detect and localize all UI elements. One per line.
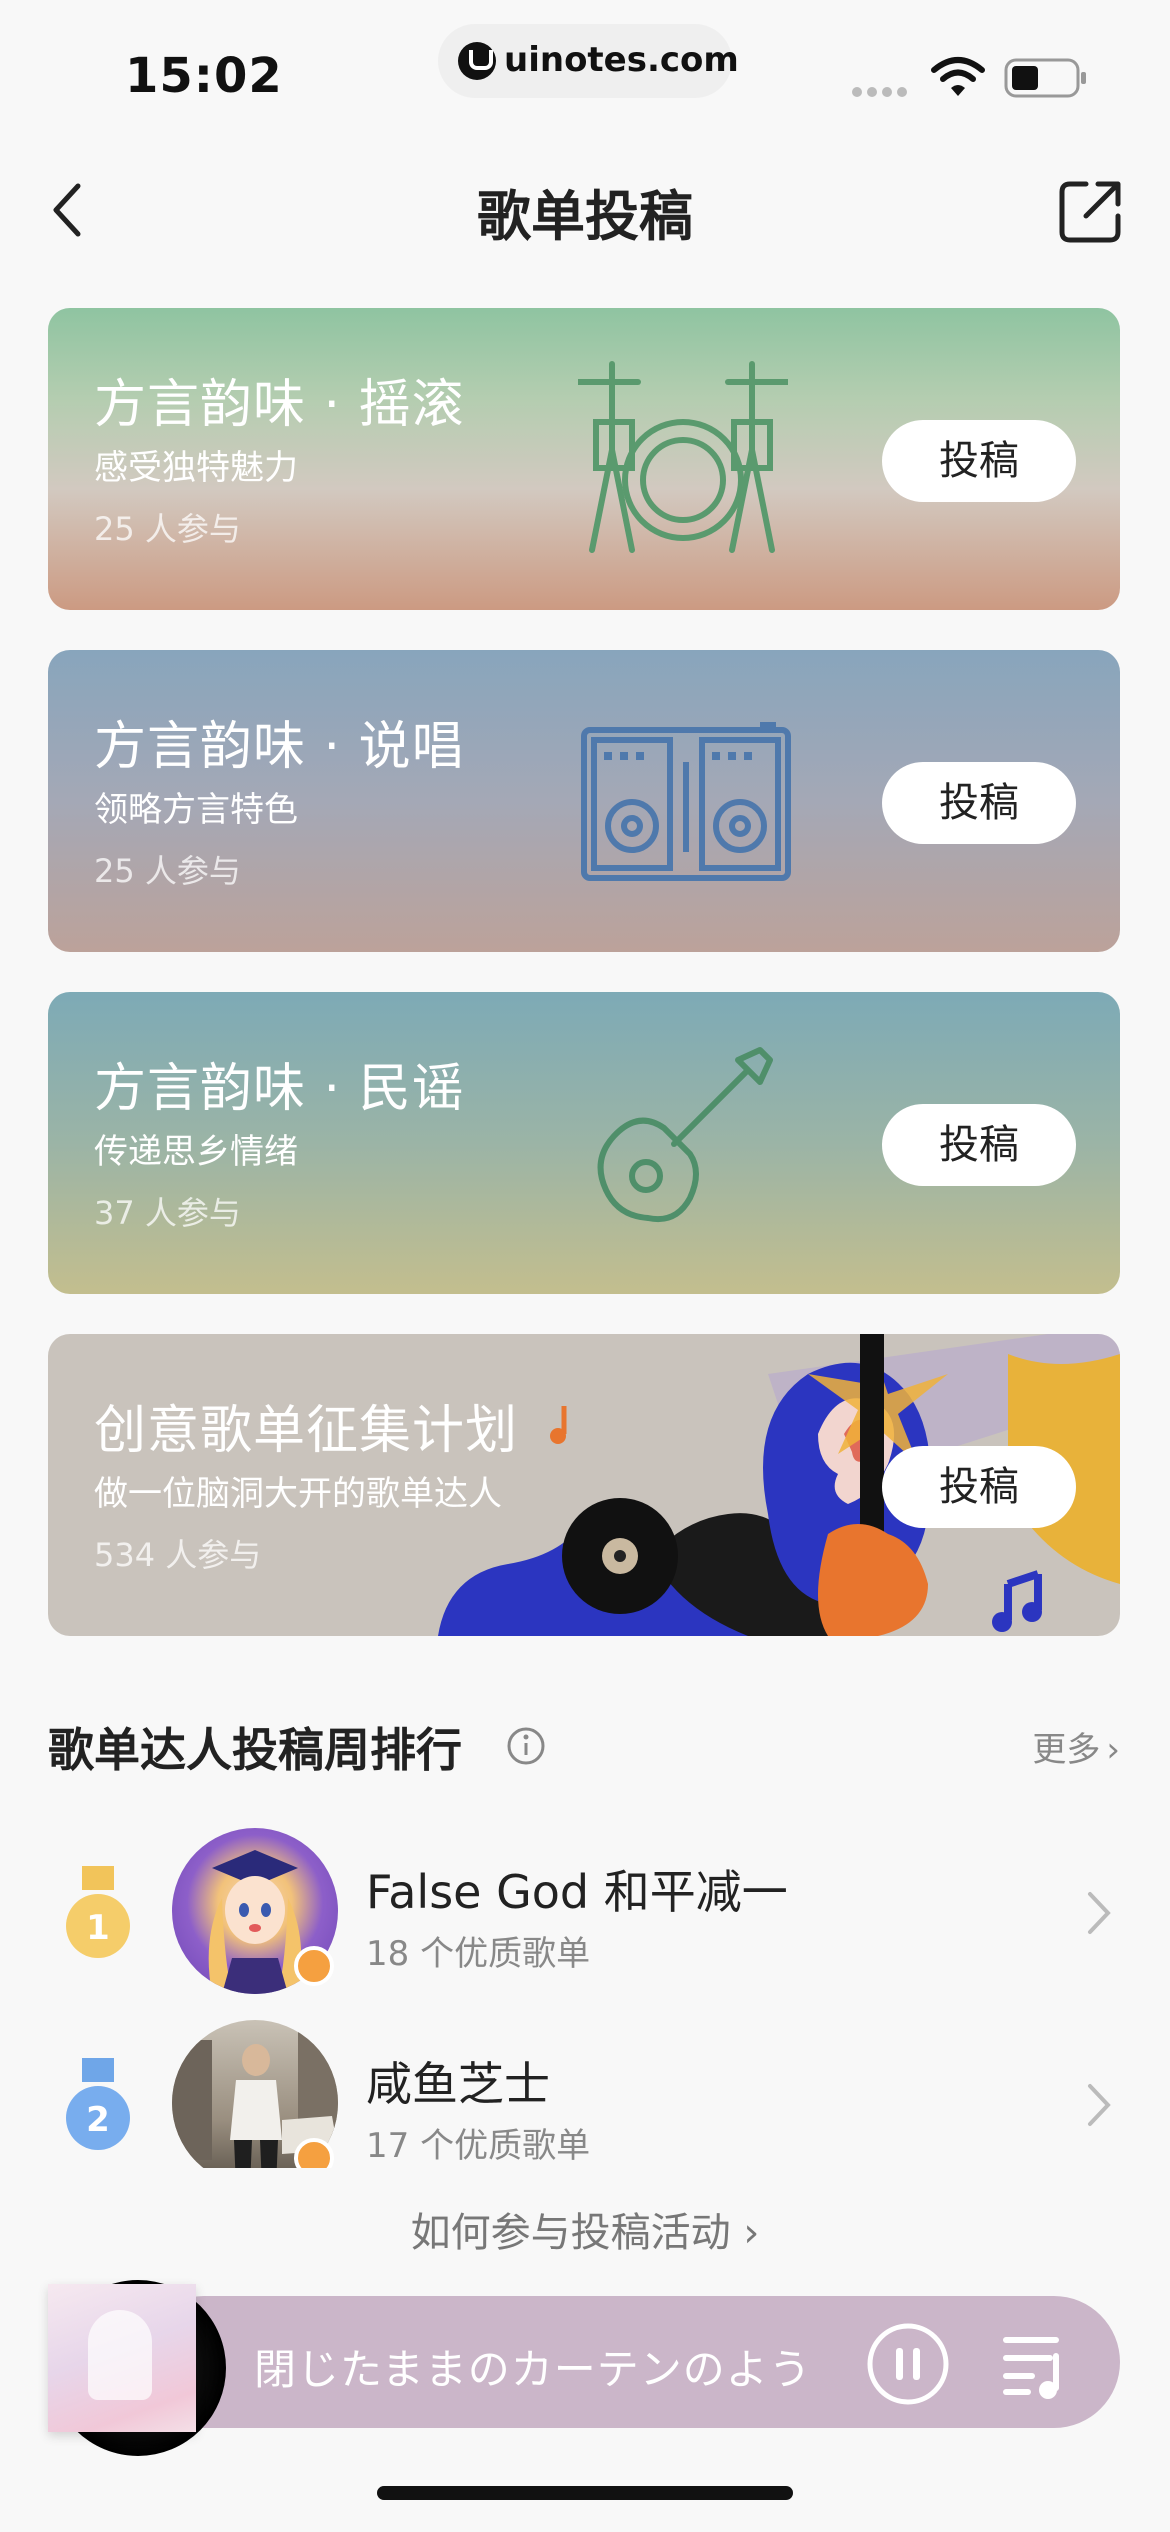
card-subtitle: 做一位脑洞大开的歌单达人 [94,1474,502,1514]
drum-kit-icon [578,361,788,553]
page-title: 歌单投稿 [477,185,693,248]
rank-count: 17 个优质歌单 [366,2126,591,2166]
card-subtitle: 感受独特魅力 [94,448,298,488]
chevron-right-icon [1088,1892,1111,1934]
card-participants: 534 人参与 [94,1536,262,1574]
card-subtitle: 领略方言特色 [94,790,298,830]
info-icon[interactable] [506,1726,546,1766]
cellular-signal-icon [852,82,912,97]
now-playing-title[interactable]: 閉じたままのカーテンのよう [254,2336,834,2397]
chevron-right-icon [1088,2084,1111,2126]
topic-card-creative[interactable]: 创意歌单征集计划 做一位脑洞大开的歌单达人 534 人参与 投稿 [48,1334,1120,1636]
how-to-participate-link[interactable]: 如何参与投稿活动 › [0,2200,1170,2258]
card-subtitle: 传递思乡情绪 [94,1132,298,1172]
site-logo-icon [458,42,496,80]
star-badge-icon [294,1946,334,1986]
more-link[interactable]: 更多 › [1032,1722,1120,1771]
chevron-right-icon: › [743,2210,760,2256]
submit-button[interactable]: 投稿 [882,762,1076,844]
topic-card-rock[interactable]: 方言韵味 · 摇滚 感受独特魅力 25 人参与 投稿 [48,308,1120,610]
rank-count: 18 个优质歌单 [366,1934,591,1974]
pause-icon[interactable] [866,2322,950,2406]
status-time: 15:02 [125,48,283,104]
status-bar: 15:02 uinotes.com [0,0,1170,130]
silver-medal-icon: 2 [66,2058,130,2150]
ranking-title: 歌单达人投稿周排行 [48,1723,462,1777]
card-participants: 37 人参与 [94,1194,241,1232]
nav-bar: 歌单投稿 [0,150,1170,270]
card-participants: 25 人参与 [94,510,241,548]
playlist-icon[interactable] [1000,2326,1070,2402]
topic-card-rap[interactable]: 方言韵味 · 说唱 领略方言特色 25 人参与 投稿 [48,650,1120,952]
how-to-label: 如何参与投稿活动 [410,2210,731,2256]
acoustic-guitar-icon [597,1047,773,1222]
rank-name: 咸鱼芝士 [366,2057,550,2111]
rank-name: False God 和平减一 [366,1865,788,1919]
url-text: uinotes.com [504,40,739,80]
wifi-icon [931,57,985,96]
more-label: 更多 [1032,1730,1101,1770]
list-clip [0,2168,1170,2198]
chevron-right-icon: › [1106,1730,1120,1770]
card-participants: 25 人参与 [94,852,241,890]
card-title: 方言韵味 · 民谣 [94,1059,465,1119]
submit-button[interactable]: 投稿 [882,1446,1076,1528]
submit-button[interactable]: 投稿 [882,1104,1076,1186]
home-indicator [377,2486,793,2500]
album-cover[interactable] [48,2284,196,2432]
medal-rank: 1 [86,1908,110,1948]
battery-icon [1004,58,1086,98]
gold-medal-icon: 1 [66,1866,130,1958]
submit-button[interactable]: 投稿 [882,420,1076,502]
dj-controller-icon [581,722,791,881]
url-pill[interactable]: uinotes.com [438,24,739,98]
card-title: 方言韵味 · 摇滚 [94,375,465,435]
ranking-header: 歌单达人投稿周排行 更多 › [48,1704,1120,1784]
share-external-icon[interactable] [1056,176,1126,246]
topic-card-folk[interactable]: 方言韵味 · 民谣 传递思乡情绪 37 人参与 投稿 [48,992,1120,1294]
ranking-row[interactable]: 2 咸鱼芝士 17 个优质歌单 [48,2012,1120,2192]
ranking-row[interactable]: 1 False God 和平减一 18 个优质歌单 [48,1820,1120,2000]
card-title: 方言韵味 · 说唱 [94,717,465,777]
medal-rank: 2 [86,2100,110,2140]
card-title: 创意歌单征集计划 [94,1401,519,1461]
